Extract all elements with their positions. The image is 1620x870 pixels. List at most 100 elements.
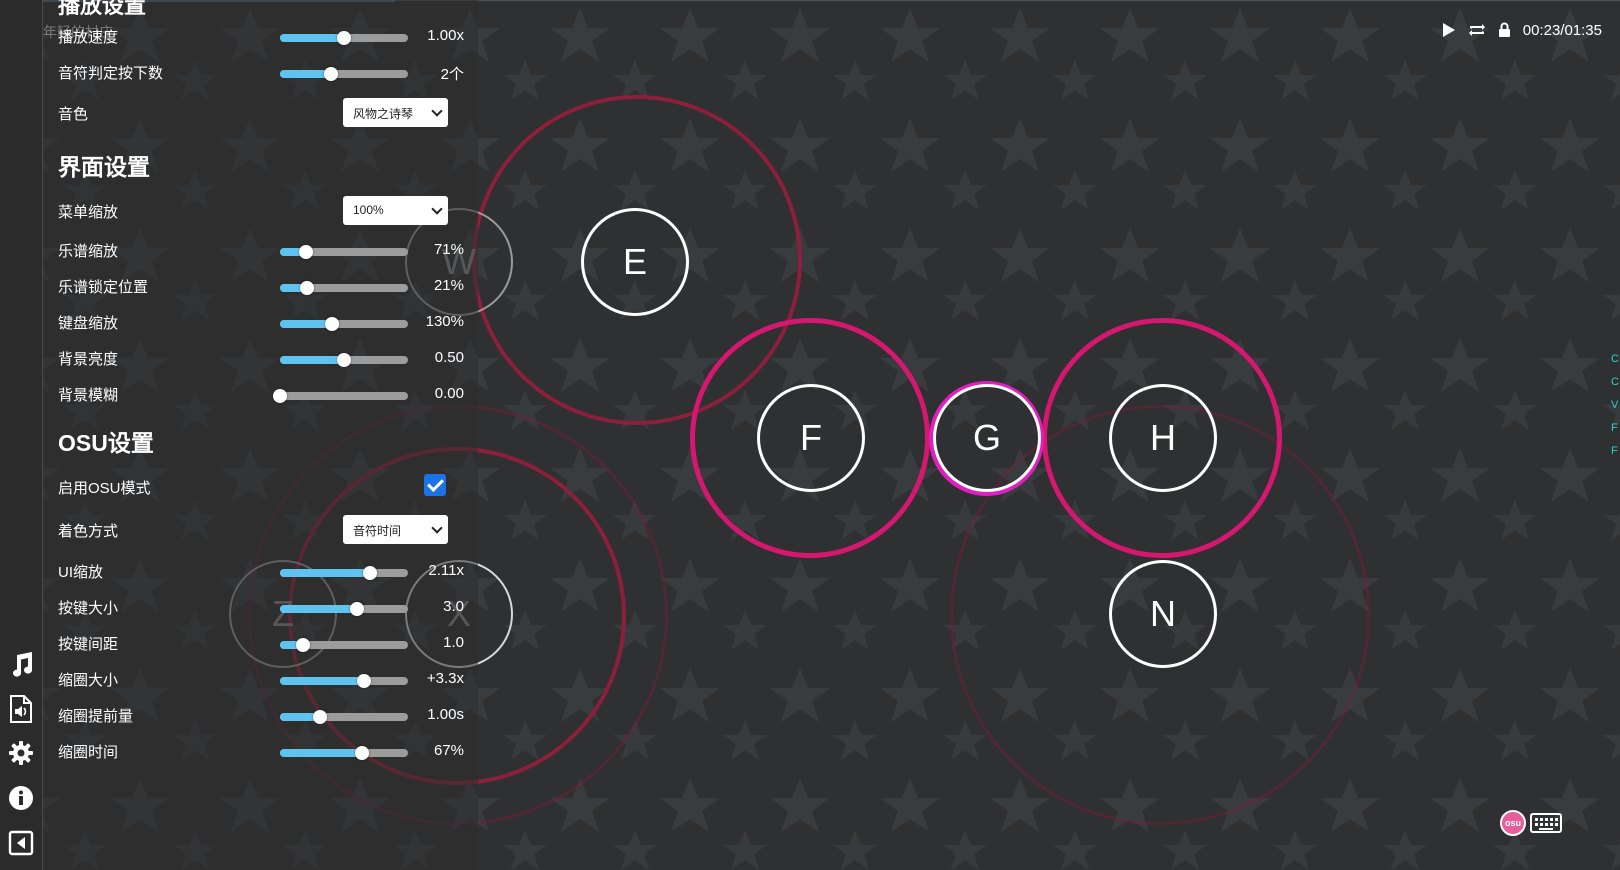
check-icon [427,475,444,492]
audio-file-icon[interactable] [6,694,36,724]
ui-scale-slider[interactable] [280,566,408,580]
row-ring-size: 缩圈大小 +3.3x [58,663,478,695]
slider-knob[interactable] [298,245,313,259]
row-bg-blur: 背景模糊 0.00 [58,378,478,410]
row-color-mode: 着色方式 音符时间 [58,515,478,547]
label: 启用OSU模式 [58,480,151,497]
label: 按键间距 [58,636,119,653]
slider-knob[interactable] [312,710,327,724]
key-e[interactable]: E [581,208,689,316]
time-display: 00:23/01:35 [1522,21,1602,39]
label: 菜单缩放 [58,204,119,221]
ring-time-slider[interactable] [280,746,408,760]
value: 1.00x [427,27,464,44]
label: 背景模糊 [58,387,119,404]
row-ui-scale: UI缩放 2.11x [58,555,478,587]
row-menu-scale: 菜单缩放 100% [58,196,478,228]
keyboard-icon[interactable] [1530,810,1562,836]
row-key-spacing: 按键间距 1.0 [58,627,478,659]
chevron-down-icon [431,105,443,117]
key-n[interactable]: N [1109,560,1217,668]
value: 2个 [440,66,464,83]
value: 21% [433,277,464,294]
slider-knob[interactable] [357,674,372,688]
label: 缩圈大小 [58,672,119,689]
label: 缩圈时间 [58,744,119,761]
row-playback-speed: 播放速度 1.00x [58,20,478,52]
ring-size-slider[interactable] [280,674,408,688]
play-icon[interactable] [1442,22,1456,38]
slider-knob[interactable] [337,353,351,367]
keyboard-scale-slider[interactable] [280,317,408,331]
value: 0.50 [434,349,464,366]
music-note-icon[interactable] [6,650,36,680]
slider-knob[interactable] [325,317,340,331]
row-bg-brightness: 背景亮度 0.50 [58,342,478,374]
row-score-scale: 乐谱缩放 71% [58,234,478,266]
bg-brightness-slider[interactable] [280,353,408,367]
label: 缩圈提前量 [58,708,134,725]
value: 1.00s [427,706,464,723]
label: 键盘缩放 [58,315,119,332]
value: 3.0 [443,598,464,615]
row-enable-osu: 启用OSU模式 [58,471,478,503]
slider-knob[interactable] [299,281,314,295]
speed-slider[interactable] [280,31,408,45]
edge-char: V [1611,399,1619,411]
label: 着色方式 [58,523,119,540]
chevron-down-icon [431,522,443,534]
section-title-osu: OSU设置 [58,430,154,456]
value: 67% [433,742,464,759]
label: 背景亮度 [58,351,119,368]
key-h[interactable]: H [1109,384,1217,492]
edge-labels: C C V F F [1611,348,1619,463]
label: 音色 [58,106,89,123]
slider-knob[interactable] [354,746,369,760]
playback-controls: 00:23/01:35 [1442,18,1602,42]
color-mode-select[interactable]: 音符时间 [343,515,448,544]
edge-char: C [1611,376,1619,388]
score-lock-slider[interactable] [280,281,408,295]
value: 1.0 [443,634,464,651]
row-score-lock: 乐谱锁定位置 21% [58,270,478,302]
ring-advance-slider[interactable] [280,710,408,724]
repeat-icon[interactable] [1468,23,1486,37]
slider-knob[interactable] [362,566,377,580]
presses-slider[interactable] [280,67,408,81]
score-scale-slider[interactable] [280,245,408,259]
edge-char: F [1611,422,1618,434]
key-g[interactable]: G [933,384,1041,492]
bg-blur-slider[interactable] [273,389,408,403]
slider-knob[interactable] [324,67,339,81]
slider-knob[interactable] [296,638,311,652]
info-icon[interactable] [6,783,36,813]
value: 71% [433,241,464,258]
label: UI缩放 [58,564,104,581]
slider-knob[interactable] [273,389,287,403]
key-size-slider[interactable] [280,602,408,616]
slider-knob[interactable] [337,31,351,45]
chevron-down-icon [431,203,443,215]
row-keyboard-scale: 键盘缩放 130% [58,306,478,338]
lock-icon[interactable] [1498,22,1511,38]
label: 音符判定按下数 [58,65,164,82]
collapse-panel-icon[interactable] [6,828,36,858]
label: 乐谱缩放 [58,243,119,260]
row-ring-time: 缩圈时间 67% [58,735,478,767]
row-ring-advance: 缩圈提前量 1.00s [58,699,478,731]
label: 播放速度 [58,29,119,46]
slider-knob[interactable] [349,602,364,616]
value: 130% [425,313,464,330]
gear-icon[interactable] [6,738,36,768]
key-f[interactable]: F [757,384,865,492]
row-timbre: 音色 风物之诗琴 [58,98,478,130]
value: +3.3x [426,670,464,687]
menu-scale-select[interactable]: 100% [343,196,448,225]
timbre-select[interactable]: 风物之诗琴 [343,98,448,127]
enable-osu-checkbox[interactable] [424,474,446,496]
osu-mode-badge[interactable]: osu [1500,810,1526,836]
value: 0.00 [434,385,464,402]
label: 按键大小 [58,600,119,617]
value: 2.11x [428,562,464,579]
key-spacing-slider[interactable] [280,638,408,652]
